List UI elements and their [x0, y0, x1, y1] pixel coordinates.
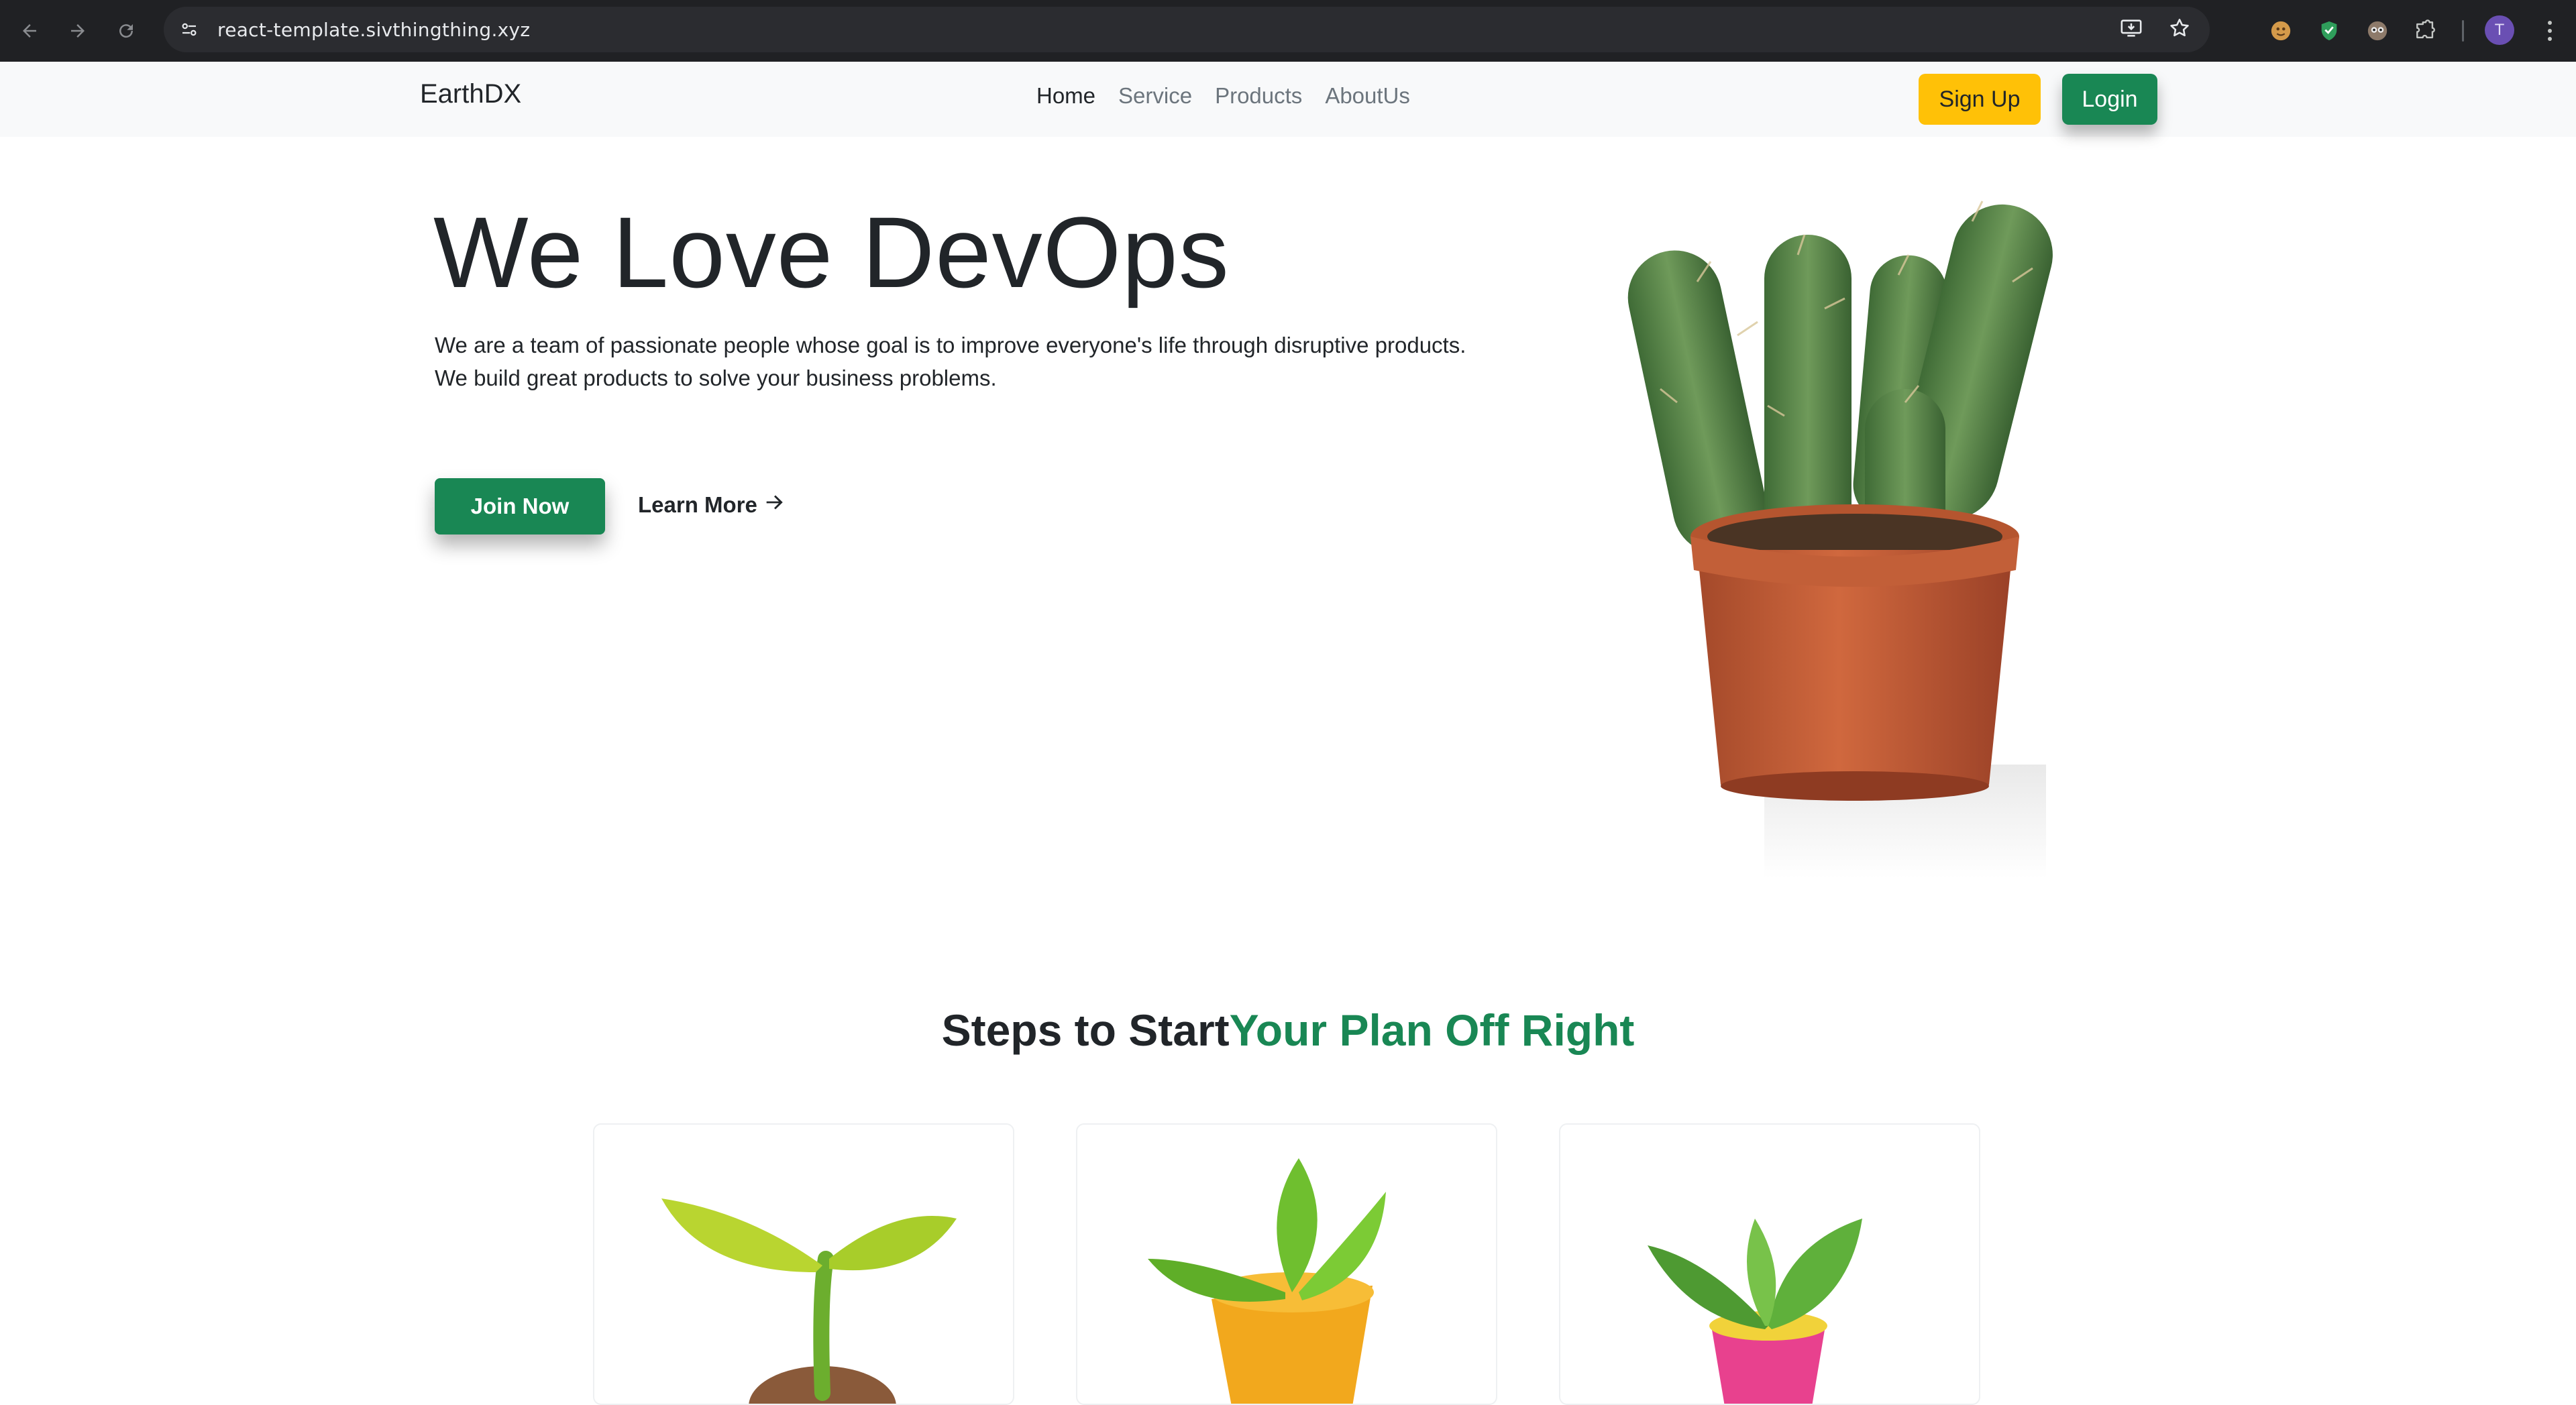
- nav-link-home[interactable]: Home: [1036, 83, 1095, 109]
- cactus-image: [1597, 161, 2160, 880]
- nav-link-products[interactable]: Products: [1215, 83, 1302, 109]
- reload-icon[interactable]: [110, 15, 142, 47]
- hero-text-line-2: We build great products to solve your bu…: [435, 366, 997, 390]
- pink-pot-plant-image: [1648, 1219, 1862, 1404]
- menu-dots-icon[interactable]: [2540, 15, 2560, 47]
- join-now-button[interactable]: Join Now: [435, 478, 605, 535]
- site-settings-icon[interactable]: [176, 16, 203, 43]
- signup-button[interactable]: Sign Up: [1919, 74, 2041, 125]
- brand-logo[interactable]: EarthDX: [420, 79, 521, 109]
- nav-link-service[interactable]: Service: [1118, 83, 1192, 109]
- toolbar-divider: [2462, 20, 2464, 42]
- steps-heading: Steps to StartYour Plan Off Right: [0, 1005, 2576, 1056]
- url-text[interactable]: react-template.sivthingthing.xyz: [217, 19, 530, 41]
- browser-toolbar: react-template.sivthingthing.xyz T: [0, 0, 2576, 62]
- bookmark-star-icon[interactable]: [2168, 17, 2191, 42]
- site-navbar: EarthDX Home Service Products AboutUs Si…: [0, 62, 2576, 137]
- yellow-pot-plant-image: [1148, 1158, 1386, 1404]
- step-card-1: [593, 1123, 1014, 1405]
- step-card-3: [1559, 1123, 1980, 1405]
- hero-text-line-1: We are a team of passionate people whose…: [435, 333, 1466, 357]
- hero-description: We are a team of passionate people whose…: [435, 329, 1575, 394]
- learn-more-label: Learn More: [638, 492, 757, 517]
- steps-heading-part-2: Your Plan Off Right: [1229, 1005, 1635, 1055]
- install-app-icon[interactable]: [2120, 17, 2143, 42]
- back-arrow-icon[interactable]: [13, 15, 46, 47]
- sprout-seedling-image: [661, 1198, 957, 1404]
- nav-links: Home Service Products AboutUs: [1036, 83, 1410, 109]
- profile-avatar[interactable]: T: [2485, 15, 2514, 45]
- extension-icon[interactable]: [2265, 15, 2297, 47]
- learn-more-link[interactable]: Learn More: [638, 491, 786, 519]
- steps-heading-part-1: Steps to Start: [941, 1005, 1230, 1055]
- shield-extension-icon[interactable]: [2313, 15, 2345, 47]
- owl-extension-icon[interactable]: [2361, 15, 2394, 47]
- login-button[interactable]: Login: [2062, 74, 2157, 125]
- extensions-puzzle-icon[interactable]: [2410, 15, 2442, 47]
- address-bar[interactable]: react-template.sivthingthing.xyz: [164, 7, 2210, 52]
- hero-title: We Love DevOps: [433, 196, 1230, 308]
- step-card-2: [1076, 1123, 1497, 1405]
- forward-arrow-icon[interactable]: [62, 15, 94, 47]
- nav-link-aboutus[interactable]: AboutUs: [1325, 83, 1410, 109]
- arrow-right-icon: [763, 491, 786, 519]
